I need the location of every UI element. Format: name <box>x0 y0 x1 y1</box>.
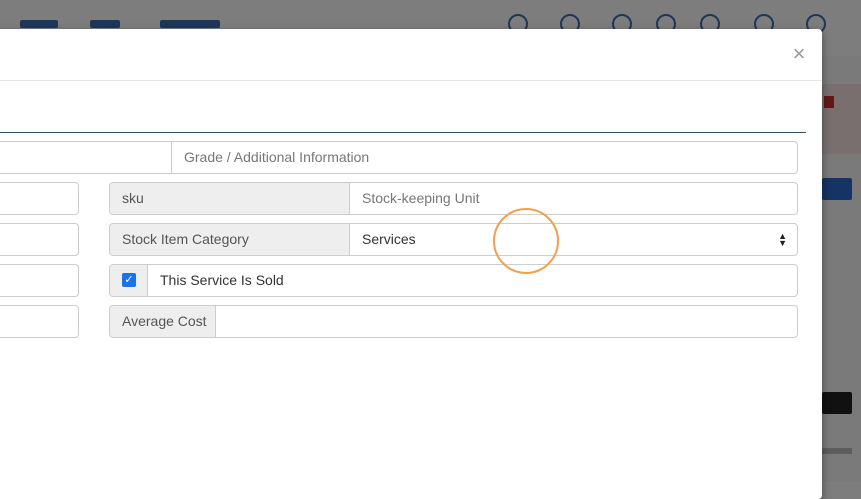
sku-group: sku Stock-keeping Unit <box>109 182 798 215</box>
sold-group: ✓ This Service Is Sold <box>109 264 798 297</box>
category-group: Stock Item Category Services ▲ ▼ <box>109 223 798 256</box>
sku-label: sku <box>110 183 350 214</box>
average-cost-group: Average Cost <box>109 305 798 338</box>
grade-field[interactable]: Grade / Additional Information <box>171 141 798 174</box>
name-field[interactable] <box>0 141 172 174</box>
left-field-1[interactable] <box>0 182 79 215</box>
select-caret-icon: ▲ ▼ <box>778 231 787 248</box>
sold-checkbox-addon: ✓ <box>110 265 148 296</box>
left-field-4[interactable] <box>0 305 79 338</box>
grade-placeholder: Grade / Additional Information <box>184 149 370 165</box>
tab-underline <box>0 132 806 133</box>
sku-input[interactable]: Stock-keeping Unit <box>350 183 797 214</box>
average-cost-input[interactable] <box>216 306 797 337</box>
cursor-highlight <box>493 208 559 274</box>
modal-header: × <box>0 29 822 81</box>
average-cost-label: Average Cost <box>110 306 216 337</box>
stock-item-modal: × Grade / Additional Information sku Sto… <box>0 29 822 499</box>
sold-checkbox[interactable]: ✓ <box>122 273 136 287</box>
close-icon[interactable]: × <box>787 42 811 66</box>
sold-label: This Service Is Sold <box>160 272 284 288</box>
category-select[interactable]: Services <box>350 224 797 255</box>
left-field-3[interactable] <box>0 264 79 297</box>
left-field-2[interactable] <box>0 223 79 256</box>
category-label: Stock Item Category <box>110 224 350 255</box>
